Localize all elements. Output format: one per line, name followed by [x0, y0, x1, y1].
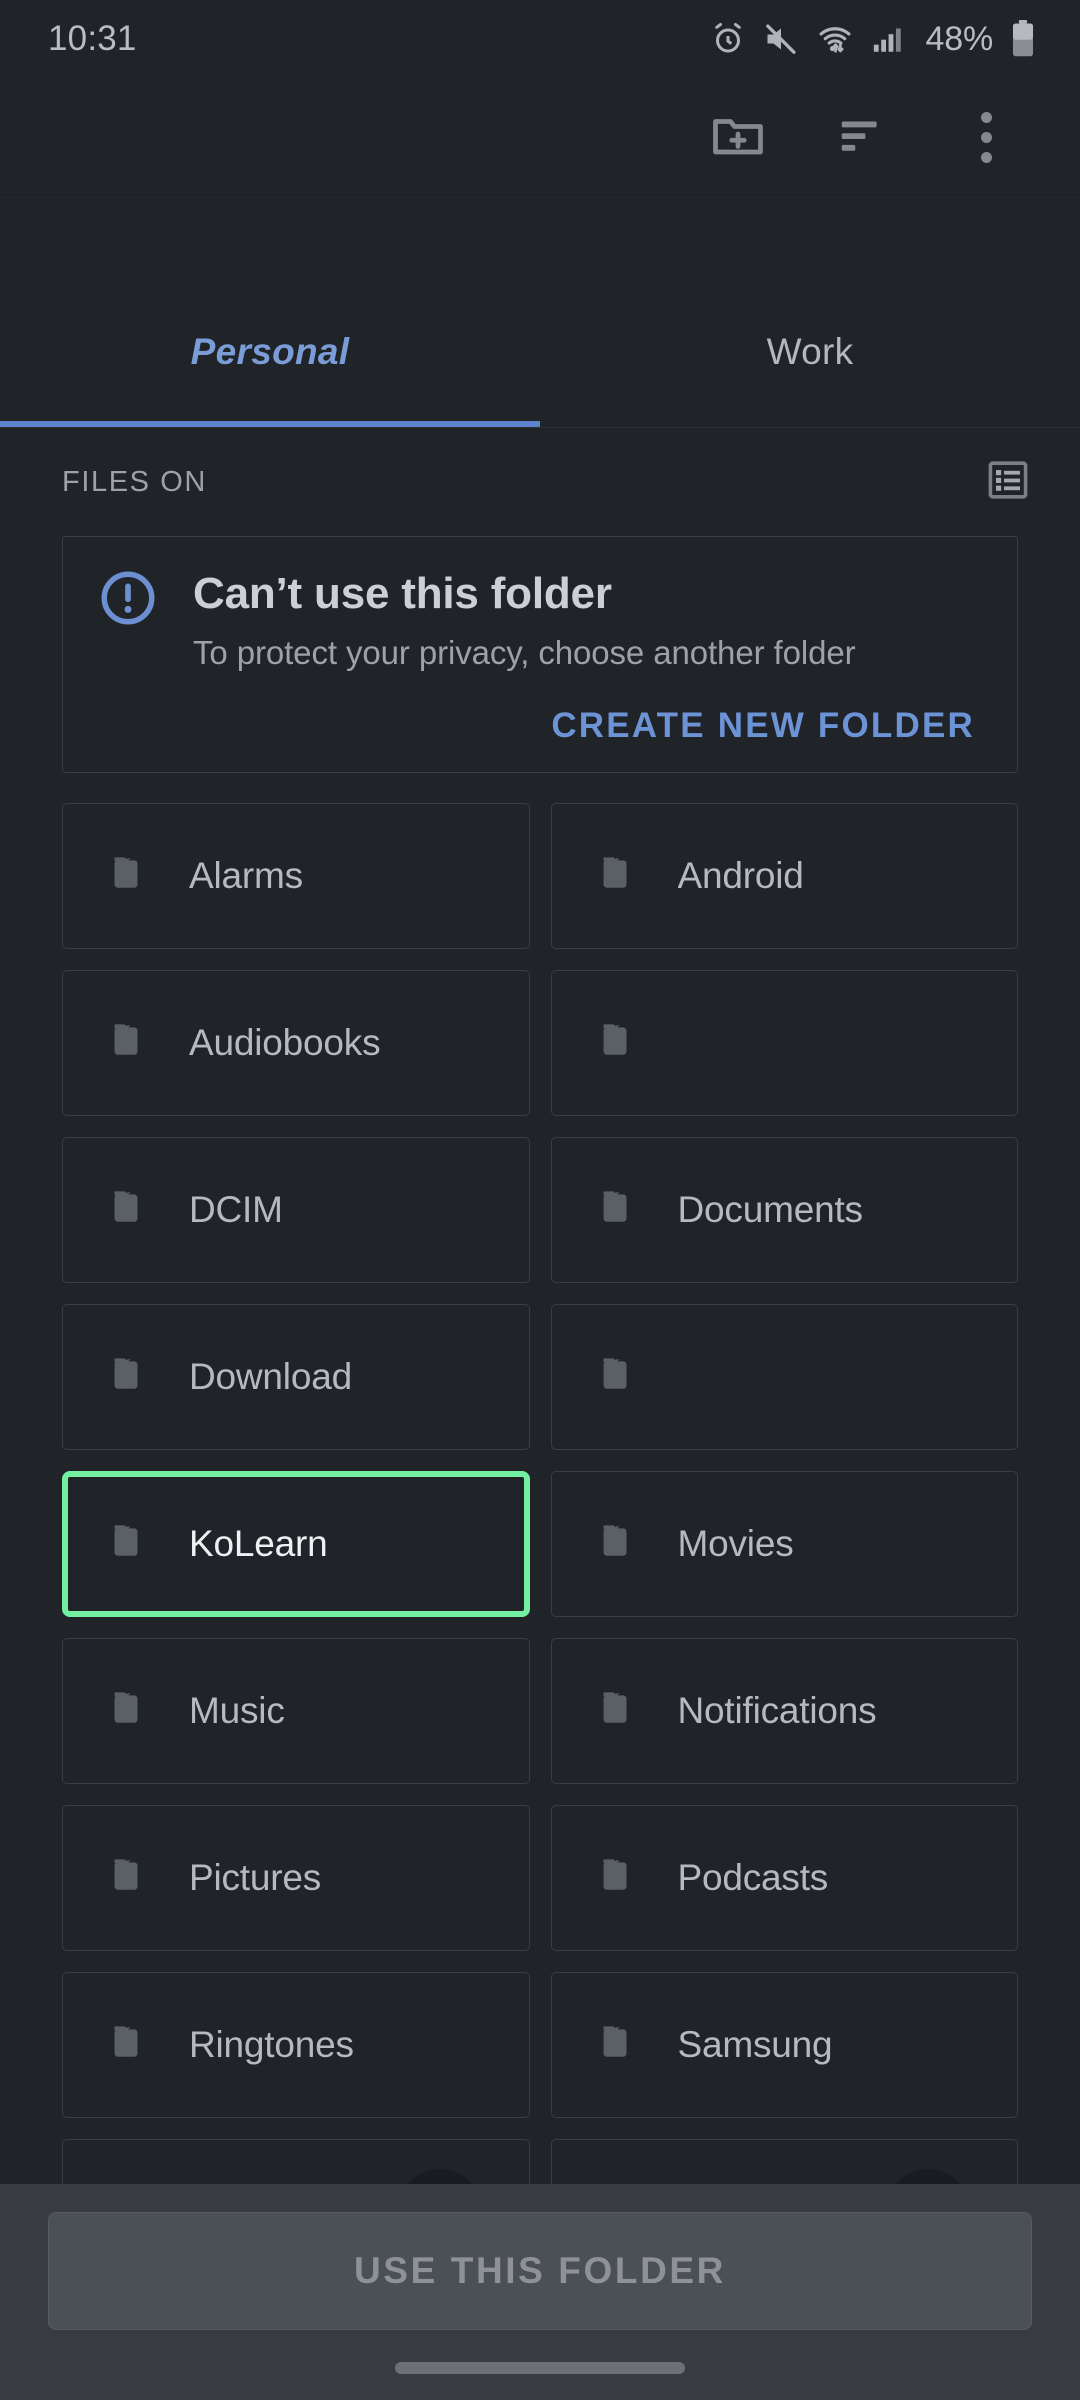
folder-grid: Alarms Android Audiobooks DCIM Documents Down…	[0, 773, 1080, 2285]
folder-card-notifications[interactable]: Notifications	[550, 1637, 1018, 1784]
mute-icon	[763, 21, 799, 57]
folder-card-music[interactable]: Music	[62, 1637, 530, 1784]
folder-card-ringtones[interactable]: Ringtones	[62, 1971, 530, 2118]
folder-card-podcasts[interactable]: Podcasts	[550, 1804, 1018, 1951]
folder-icon	[105, 847, 157, 904]
folder-name-label: Android	[677, 854, 804, 896]
folder-icon	[594, 1682, 646, 1739]
more-options-icon	[980, 112, 992, 163]
app-toolbar	[0, 78, 1080, 198]
tab-bar: Personal Work	[0, 278, 1080, 428]
folder-card-unnamed[interactable]	[550, 969, 1018, 1116]
folder-card-android[interactable]: Android	[550, 802, 1018, 949]
new-folder-button[interactable]	[676, 76, 800, 200]
folder-name-label: Ringtones	[189, 2023, 354, 2065]
folder-name-label: Podcasts	[677, 1856, 829, 1898]
status-bar-icons: 48%	[710, 20, 1036, 59]
folder-card-pictures[interactable]: Pictures	[62, 1804, 530, 1951]
tab-personal[interactable]: Personal	[0, 277, 540, 427]
more-options-button[interactable]	[924, 76, 1048, 200]
status-bar-clock: 10:31	[48, 19, 137, 58]
battery-icon	[1010, 20, 1036, 58]
list-view-toggle-button[interactable]	[984, 456, 1032, 509]
folder-card-download[interactable]: Download	[62, 1303, 530, 1450]
folder-name-label: Music	[189, 1689, 285, 1731]
signal-icon	[871, 22, 905, 56]
folder-card-kolearn[interactable]: KoLearn	[62, 1470, 530, 1617]
folder-icon	[594, 1181, 646, 1238]
folder-card-alarms[interactable]: Alarms	[62, 802, 530, 949]
folder-icon	[105, 1348, 157, 1405]
folder-icon	[105, 1515, 157, 1572]
folder-card-dcim[interactable]: DCIM	[62, 1136, 530, 1283]
home-indicator[interactable]	[395, 2362, 685, 2374]
folder-name-label: KoLearn	[189, 1522, 328, 1564]
folder-name-label: DCIM	[189, 1188, 283, 1230]
error-circle-icon	[97, 567, 159, 634]
cannot-use-folder-card: Can’t use this folder To protect your pr…	[62, 536, 1018, 773]
list-view-icon	[984, 460, 1032, 508]
folder-name-label: Download	[189, 1355, 352, 1397]
folder-icon	[594, 2016, 646, 2073]
warning-title: Can’t use this folder	[193, 569, 612, 618]
bottom-action-bar: USE THIS FOLDER	[0, 2184, 1080, 2400]
status-bar: 10:31 48%	[0, 0, 1080, 78]
sort-button[interactable]	[800, 76, 924, 200]
folder-card-samsung[interactable]: Samsung	[550, 1971, 1018, 2118]
folder-icon	[594, 1849, 646, 1906]
folder-name-label: Alarms	[189, 854, 303, 896]
folder-icon	[594, 847, 646, 904]
use-this-folder-button[interactable]: USE THIS FOLDER	[48, 2212, 1032, 2330]
folder-list-scroll-area[interactable]: Can’t use this folder To protect your pr…	[0, 536, 1080, 2400]
new-folder-icon	[708, 105, 768, 170]
alarm-icon	[710, 21, 746, 57]
tab-bar-wrapper: Personal Work	[0, 198, 1080, 428]
file-picker-screen: 10:31 48% Personal Work FILES ON Can’t u…	[0, 0, 1080, 2400]
folder-card-unnamed[interactable]	[550, 1303, 1018, 1450]
wifi-icon	[816, 21, 854, 57]
folder-card-movies[interactable]: Movies	[550, 1470, 1018, 1617]
folder-name-label: Movies	[677, 1522, 794, 1564]
folder-name-label: Notifications	[677, 1689, 877, 1731]
sort-icon	[835, 108, 889, 167]
battery-percent-label: 48%	[925, 19, 994, 58]
warning-subtitle: To protect your privacy, choose another …	[193, 633, 856, 671]
folder-icon	[594, 1348, 646, 1405]
create-new-folder-button[interactable]: CREATE NEW FOLDER	[97, 706, 983, 746]
folder-icon	[105, 1849, 157, 1906]
folder-card-audiobooks[interactable]: Audiobooks	[62, 969, 530, 1116]
tab-work-label: Work	[766, 331, 854, 372]
tab-work[interactable]: Work	[540, 277, 1080, 427]
folder-icon	[594, 1515, 646, 1572]
folder-name-label: Samsung	[677, 2023, 833, 2065]
files-on-header: FILES ON	[0, 428, 1080, 536]
folder-card-documents[interactable]: Documents	[550, 1136, 1018, 1283]
folder-icon	[105, 1014, 157, 1071]
folder-name-label: Pictures	[189, 1856, 322, 1898]
folder-name-label: Documents	[677, 1188, 863, 1230]
folder-icon	[105, 1682, 157, 1739]
tab-personal-label: Personal	[190, 331, 350, 372]
folder-icon	[105, 2016, 157, 2073]
folder-name-label: Audiobooks	[189, 1021, 381, 1063]
folder-icon	[594, 1014, 646, 1071]
folder-icon	[105, 1181, 157, 1238]
files-on-label: FILES ON	[62, 465, 207, 498]
